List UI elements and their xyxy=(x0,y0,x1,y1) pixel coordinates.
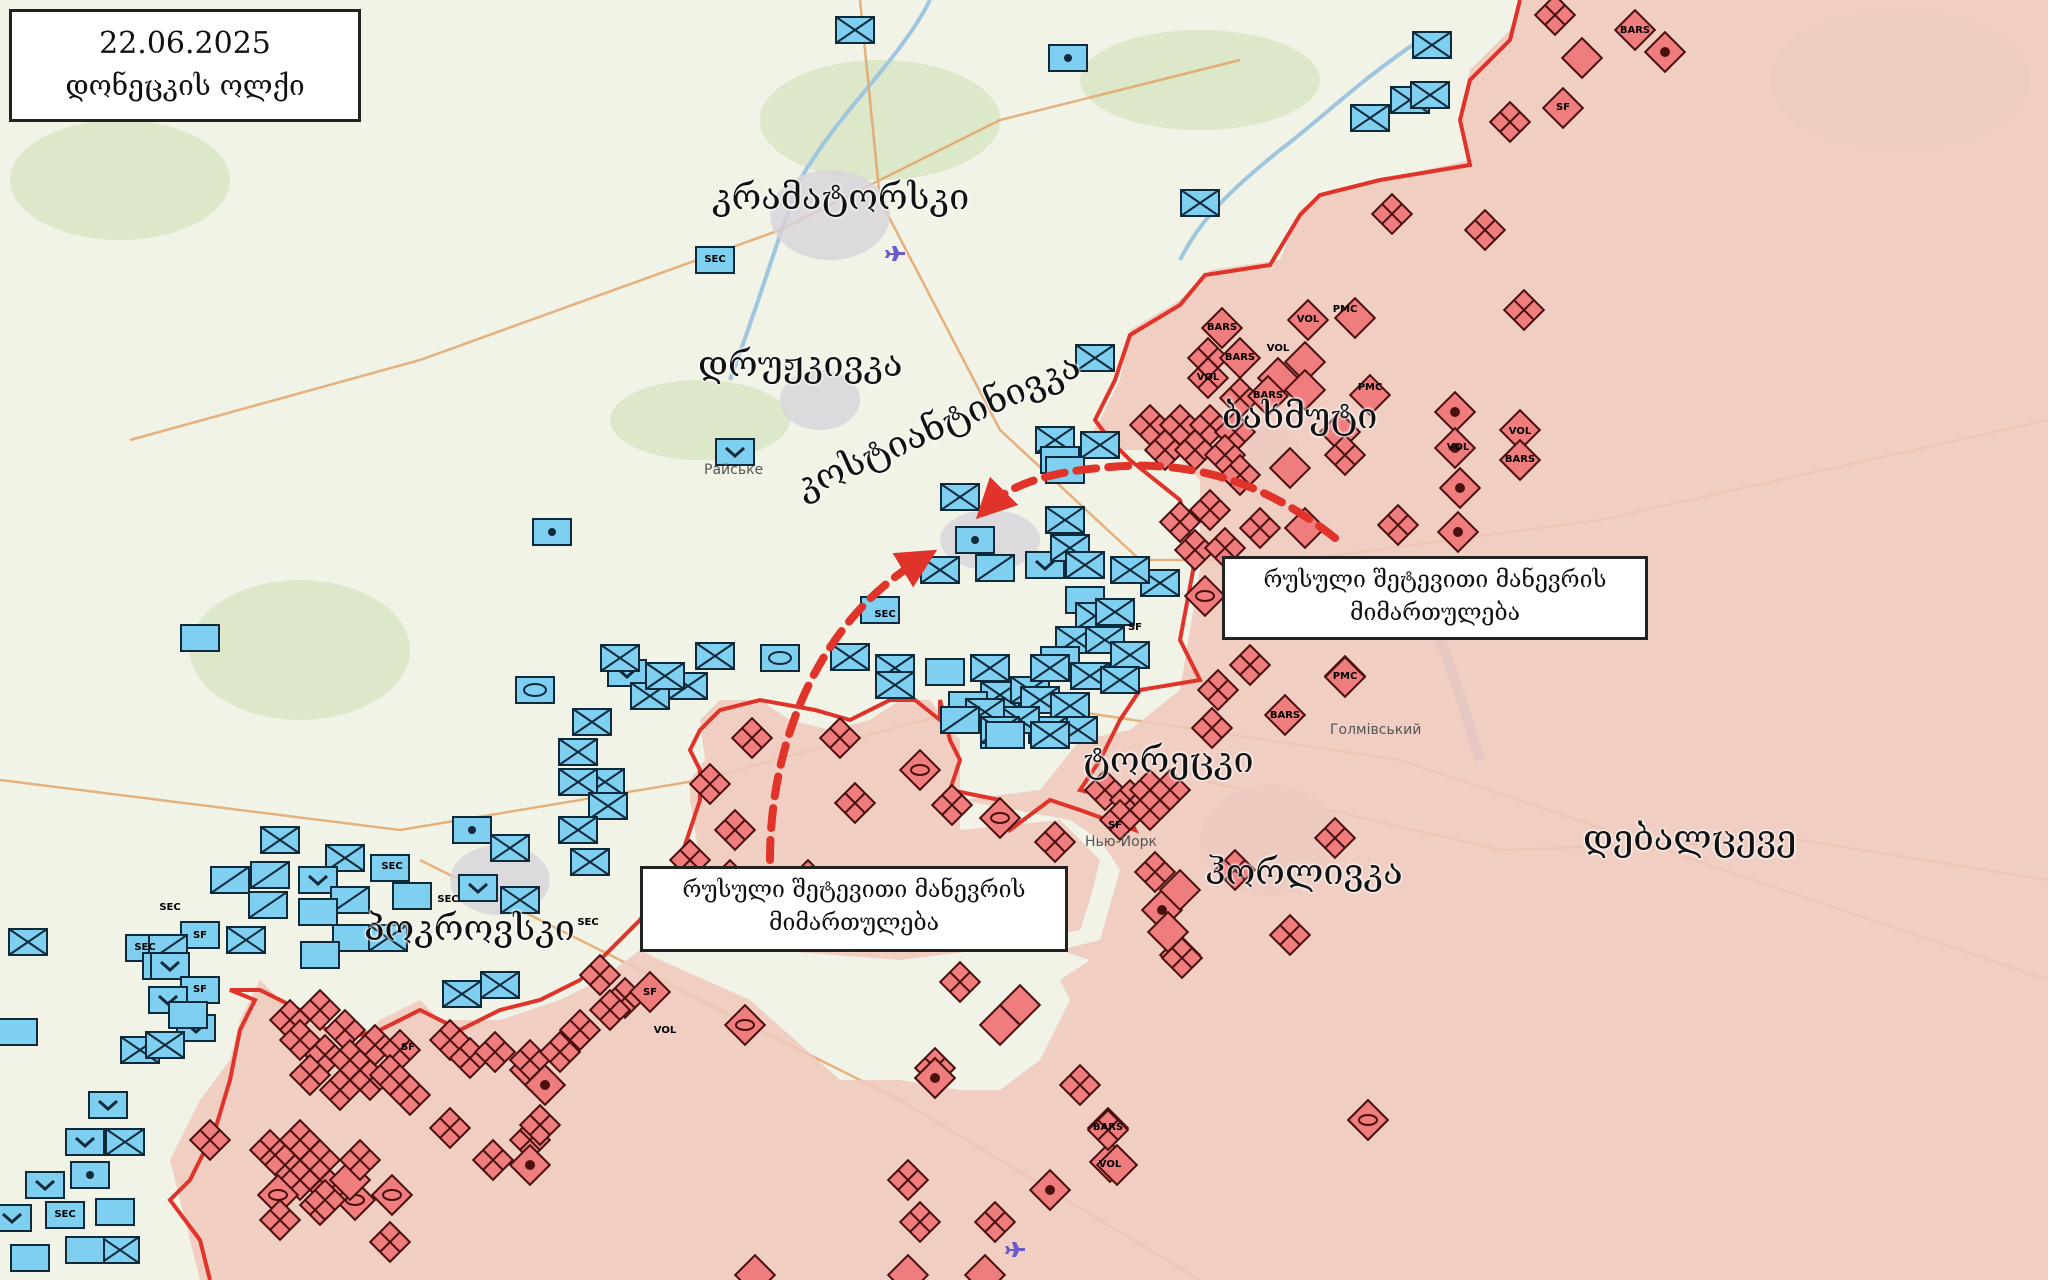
sec-mark: SEC xyxy=(437,894,458,905)
callout-line1: რუსული შეტევითი მანევრის xyxy=(1263,567,1607,593)
bars-mark: BARS xyxy=(1207,322,1237,333)
vol-mark: VOL xyxy=(1509,426,1532,437)
sf-mark: SF xyxy=(193,984,207,995)
city-pokrovsk: პოკროვსკი xyxy=(364,908,575,949)
callout-line2: მიმართულება xyxy=(1349,600,1521,626)
operational-map[interactable]: SEC SEC SEC SEC SEC SEC SEC SEC SF SF SF… xyxy=(0,0,2048,1280)
map-date: 22.06.2025 xyxy=(99,26,271,61)
bars-mark: BARS xyxy=(1225,352,1255,363)
vol-mark: VOL xyxy=(1447,442,1470,453)
bars-mark: BARS xyxy=(1093,1122,1123,1133)
pmc-mark: PMC xyxy=(1358,382,1383,393)
sec-mark: SEC xyxy=(54,1209,75,1220)
sec-mark: SEC xyxy=(134,942,155,953)
city-toretsk: ტორეცკი xyxy=(1083,740,1254,781)
pmc-mark: PMC xyxy=(1333,671,1358,682)
callout-south-maneuver: რუსული შეტევითი მანევრის მიმართულება xyxy=(640,866,1068,952)
sf-mark: SF xyxy=(1108,820,1122,831)
vol-mark: VOL xyxy=(1267,343,1290,354)
pmc-mark: PMC xyxy=(1333,304,1358,315)
date-region-box: 22.06.2025 დონეცკის ოლქი xyxy=(9,9,361,122)
sec-mark: SEC xyxy=(704,254,725,265)
label-holmivskyi: Голмівський xyxy=(1330,722,1422,738)
sf-mark: SF xyxy=(193,930,207,941)
vol-mark: VOL xyxy=(654,1025,677,1036)
city-bakhmut: ბახმუტი xyxy=(1222,396,1378,437)
sec-mark: SEC xyxy=(874,609,895,620)
bars-mark: BARS xyxy=(1270,710,1300,721)
vol-mark: VOL xyxy=(1297,314,1320,325)
sf-mark: SF xyxy=(1556,102,1570,113)
sec-mark: SEC xyxy=(381,861,402,872)
city-kramatorsk: კრამატორსკი xyxy=(712,177,970,218)
callout-line2: მიმართულება xyxy=(768,910,940,936)
city-horlivka: ჰორლივკა xyxy=(1205,852,1403,893)
vol-mark: VOL xyxy=(1197,372,1220,383)
label-niu-york: Нью-Йорк xyxy=(1085,834,1157,850)
sec-mark: SEC xyxy=(159,902,180,913)
callout-east-maneuver: რუსული შეტევითი მანევრის მიმართულება xyxy=(1222,556,1648,640)
city-druzhkivka: დრუჟკივკა xyxy=(698,344,903,385)
city-debaltseve: დებალცევე xyxy=(1583,818,1797,859)
map-region: დონეცკის ოლქი xyxy=(65,69,305,102)
vol-mark: VOL xyxy=(1099,1159,1122,1170)
callout-line1: რუსული შეტევითი მანევრის xyxy=(682,877,1026,903)
bars-mark: BARS xyxy=(1505,454,1535,465)
sf-mark: SF xyxy=(401,1042,415,1053)
sec-mark: SEC xyxy=(577,917,598,928)
bars-mark: BARS xyxy=(1620,25,1650,36)
sf-mark: SF xyxy=(1128,622,1142,633)
sf-mark: SF xyxy=(643,987,657,998)
label-raiske: Райське xyxy=(704,462,764,478)
